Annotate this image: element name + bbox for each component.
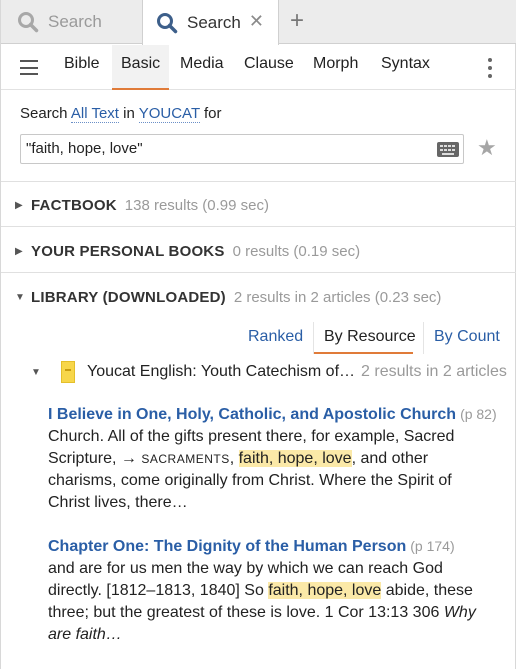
close-icon[interactable]: ✕ (249, 11, 264, 31)
hit-excerpt: Church. All of the gifts present there, … (48, 426, 503, 514)
resource-row[interactable]: ▼ Youcat English: Youth Catechism of… 2 … (31, 360, 507, 384)
section-title: LIBRARY (DOWNLOADED) (31, 288, 226, 306)
search-hit: Chapter One: The Dignity of the Human Pe… (48, 535, 503, 646)
mode-basic[interactable]: Basic (112, 45, 170, 90)
search-icon (157, 12, 178, 33)
excerpt-line: and are for us men the way by which we c… (48, 560, 443, 577)
mode-bible[interactable]: Bible (64, 55, 100, 73)
hamburger-icon[interactable] (20, 60, 38, 75)
hit-highlight[interactable]: faith, hope, love (268, 582, 382, 599)
mode-media[interactable]: Media (180, 55, 224, 73)
excerpt-line: Church. All of the gifts present there, … (48, 428, 455, 445)
divider (423, 322, 424, 354)
resource-link[interactable]: YOUCAT (138, 105, 200, 123)
section-library[interactable]: ▼ LIBRARY (DOWNLOADED) 2 results in 2 ar… (15, 287, 441, 307)
scope-link[interactable]: All Text (70, 105, 119, 123)
resource-title: Youcat English: Youth Catechism of… (87, 363, 356, 380)
excerpt-text: , (229, 450, 239, 467)
query-text: "faith, hope, love" (26, 140, 143, 157)
mode-clause[interactable]: Clause (244, 55, 294, 73)
section-count: 2 results in 2 articles (0.23 sec) (233, 288, 442, 306)
kebab-menu-icon[interactable] (488, 58, 492, 82)
sort-by-resource[interactable]: By Resource (324, 328, 416, 346)
resource-count: 2 results in 2 articles (361, 363, 507, 380)
section-factbook[interactable]: ▶ FACTBOOK 138 results (0.99 sec) (15, 195, 269, 215)
hit-page: (p 82) (460, 406, 497, 422)
hit-page: (p 174) (410, 538, 455, 554)
search-icon (18, 12, 39, 33)
hit-title-link[interactable]: Chapter One: The Dignity of the Human Pe… (48, 538, 406, 555)
excerpt-text: three; but the greatest of these is love… (48, 604, 444, 621)
star-icon[interactable]: ★ (477, 136, 497, 160)
sort-ranked[interactable]: Ranked (248, 328, 303, 346)
search-mode-bar: Bible Basic Media Clause Morph Syntax (1, 45, 516, 90)
search-panel: Search Search ✕ + Bible Basic Media Clau… (0, 0, 516, 669)
excerpt-text: , and other (351, 450, 429, 467)
tab-label: Search (48, 12, 102, 31)
excerpt-text: Scripture, → (48, 450, 142, 467)
excerpt-smallcaps: SACRAMENTS (141, 452, 230, 466)
excerpt-text: abide, these (381, 582, 473, 599)
divider (1, 181, 516, 182)
excerpt-italic: Why (443, 604, 476, 621)
plus-icon[interactable]: + (290, 9, 304, 33)
mode-syntax[interactable]: Syntax (381, 55, 430, 73)
active-sort-indicator (314, 352, 413, 354)
search-in: in (123, 105, 135, 122)
caret-right-icon: ▶ (15, 245, 23, 257)
search-input[interactable]: "faith, hope, love" (20, 134, 464, 164)
search-for: for (204, 105, 222, 122)
tab-label: Search (187, 12, 241, 32)
hit-highlight[interactable]: faith, hope, love (238, 450, 352, 467)
section-count: 0 results (0.19 sec) (232, 242, 361, 260)
section-count: 138 results (0.99 sec) (124, 196, 270, 214)
search-prefix: Search (20, 105, 68, 122)
excerpt-line: charisms, come originally from Christ. W… (48, 472, 452, 489)
section-title: FACTBOOK (31, 196, 117, 214)
caret-down-icon: ▼ (31, 366, 41, 378)
sort-by-count[interactable]: By Count (434, 328, 500, 346)
search-hit: I Believe in One, Holy, Catholic, and Ap… (48, 403, 503, 514)
search-scope-line: Search All Text in YOUCAT for (20, 105, 222, 123)
excerpt-line: Christ lives, there… (48, 494, 188, 511)
section-personal-books[interactable]: ▶ YOUR PERSONAL BOOKS 0 results (0.19 se… (15, 241, 360, 261)
book-icon (61, 361, 75, 383)
keyboard-icon[interactable] (437, 142, 459, 157)
divider (313, 322, 314, 354)
excerpt-text: directly. [1812–1813, 1840] So (48, 582, 269, 599)
caret-down-icon: ▼ (15, 291, 25, 303)
caret-right-icon: ▶ (15, 199, 23, 211)
hit-excerpt: and are for us men the way by which we c… (48, 558, 503, 646)
excerpt-line: are faith… (48, 626, 122, 643)
tab-search-active[interactable]: Search ✕ (142, 0, 279, 45)
tab-search-inactive[interactable]: Search (1, 0, 142, 44)
tab-strip: Search Search ✕ + (1, 0, 516, 45)
mode-morph[interactable]: Morph (313, 55, 358, 73)
hit-title-link[interactable]: I Believe in One, Holy, Catholic, and Ap… (48, 406, 456, 423)
divider (1, 226, 516, 227)
divider (1, 272, 516, 273)
section-title: YOUR PERSONAL BOOKS (31, 242, 225, 260)
